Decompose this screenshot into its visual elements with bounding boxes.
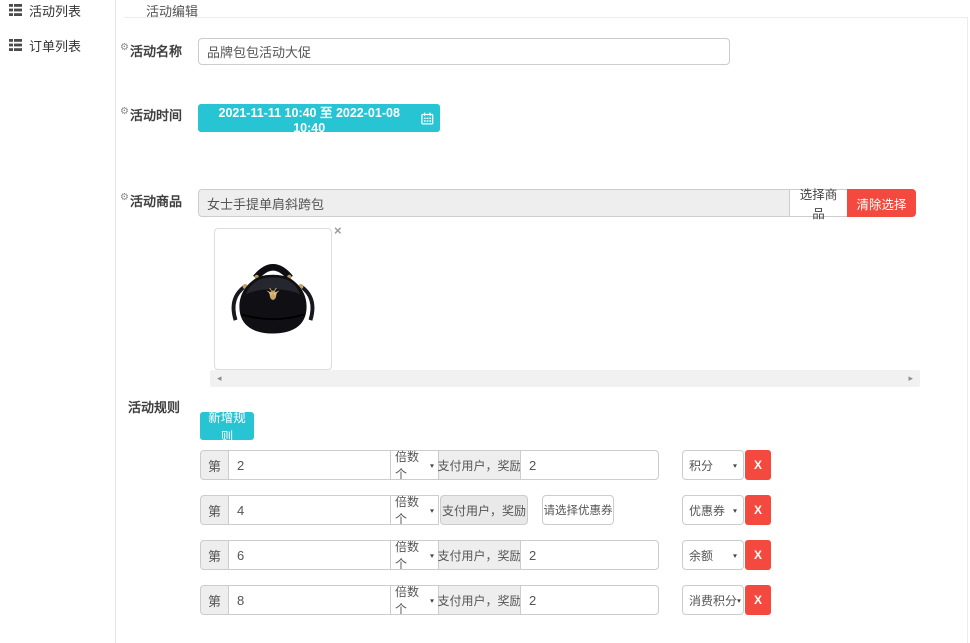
gear-icon: ⚙ [120, 191, 129, 204]
rule-count-input[interactable] [228, 450, 391, 480]
reward-text-button: 支付用户，奖励 [440, 495, 528, 525]
label-text: 活动规则 [128, 397, 180, 416]
date-range-text: 2021-11-11 10:40 至 2022-01-08 10:40 [204, 102, 414, 135]
activity-name-label: ⚙ 活动名称 [120, 41, 182, 60]
rule-prefix-addon: 第 [200, 585, 229, 615]
reward-type-select[interactable]: 积分 ▾ [682, 450, 744, 480]
product-name-input[interactable] [198, 189, 790, 217]
scroll-left-icon[interactable]: ◂ [217, 370, 222, 387]
handbag-image [225, 243, 321, 355]
rule-prefix-addon: 第 [200, 450, 229, 480]
rule-unit-select[interactable]: 倍数个 ▾ [390, 585, 439, 615]
label-text: 活动商品 [130, 191, 182, 210]
date-range-button[interactable]: 2021-11-11 10:40 至 2022-01-08 10:40 [198, 104, 440, 132]
gear-icon: ⚙ [120, 41, 129, 54]
caret-down-icon: ▾ [430, 596, 434, 604]
product-thumbnail-card [214, 228, 332, 370]
sidebar-item-label: 订单列表 [29, 36, 81, 55]
selected-type: 余额 [689, 547, 713, 564]
rule-row: 第 倍数个 ▾ 支付用户，奖励 消费积分 ▾ X [200, 585, 772, 615]
rule-count-input[interactable] [228, 585, 391, 615]
reward-value-input[interactable] [520, 540, 659, 570]
caret-down-icon: ▾ [733, 551, 737, 559]
sidebar-item-order-list[interactable]: 订单列表 [0, 37, 115, 53]
label-text: 活动名称 [130, 41, 182, 60]
rule-unit-select[interactable]: 倍数个 ▾ [390, 540, 439, 570]
reward-value-input[interactable] [520, 450, 659, 480]
selected-type: 优惠券 [689, 502, 725, 519]
reward-type-select[interactable]: 余额 ▾ [682, 540, 744, 570]
scroll-right-icon[interactable]: ▸ [908, 370, 913, 387]
activity-rules-label: 活动规则 [128, 397, 180, 416]
add-rule-button[interactable]: 新增规则 [200, 412, 254, 440]
selected-type: 积分 [689, 457, 713, 474]
horizontal-scrollbar[interactable]: ◂ ▸ [210, 370, 920, 387]
th-list-icon [9, 39, 22, 51]
select-product-button[interactable]: 选择商品 [789, 189, 848, 217]
caret-down-icon: ▾ [430, 506, 434, 514]
reward-text-addon: 支付用户，奖励 [438, 540, 521, 570]
caret-down-icon: ▾ [733, 506, 737, 514]
reward-value-input[interactable] [520, 585, 659, 615]
content-right-border [967, 17, 968, 643]
reward-text-addon: 支付用户，奖励 [438, 450, 521, 480]
choose-coupon-button[interactable]: 请选择优惠券 [542, 495, 614, 525]
activity-product-label: ⚙ 活动商品 [120, 191, 182, 210]
label-text: 活动时间 [130, 105, 182, 124]
sidebar-item-label: 活动列表 [29, 1, 81, 20]
calendar-icon [421, 112, 434, 125]
activity-time-label: ⚙ 活动时间 [120, 105, 182, 124]
selected-unit: 倍数个 [395, 448, 430, 482]
sidebar-item-activity-list[interactable]: 活动列表 [0, 2, 115, 18]
caret-down-icon: ▾ [430, 551, 434, 559]
delete-rule-button[interactable]: X [745, 495, 771, 525]
reward-type-select[interactable]: 优惠券 ▾ [682, 495, 744, 525]
delete-rule-button[interactable]: X [745, 585, 771, 615]
selected-unit: 倍数个 [395, 493, 430, 527]
rule-unit-select[interactable]: 倍数个 ▾ [390, 495, 439, 525]
rule-unit-select[interactable]: 倍数个 ▾ [390, 450, 439, 480]
selected-unit: 倍数个 [395, 538, 430, 572]
rule-prefix-addon: 第 [200, 540, 229, 570]
rule-count-input[interactable] [228, 495, 391, 525]
clear-selection-button[interactable]: 清除选择 [847, 189, 916, 217]
tab-divider [124, 17, 968, 18]
reward-type-select[interactable]: 消费积分 ▾ [682, 585, 744, 615]
activity-name-input[interactable] [198, 38, 730, 65]
delete-rule-button[interactable]: X [745, 540, 771, 570]
rule-row: 第 倍数个 ▾ 支付用户，奖励 积分 ▾ X [200, 450, 772, 480]
caret-down-icon: ▾ [737, 596, 741, 604]
rule-prefix-addon: 第 [200, 495, 229, 525]
rule-count-input[interactable] [228, 540, 391, 570]
gear-icon: ⚙ [120, 105, 129, 118]
th-list-icon [9, 4, 22, 16]
rule-row: 第 倍数个 ▾ 支付用户，奖励 余额 ▾ X [200, 540, 772, 570]
caret-down-icon: ▾ [430, 461, 434, 469]
remove-product-icon[interactable]: × [334, 224, 342, 237]
sidebar: 活动列表 订单列表 [0, 0, 116, 643]
reward-text-addon: 支付用户，奖励 [438, 585, 521, 615]
caret-down-icon: ▾ [733, 461, 737, 469]
delete-rule-button[interactable]: X [745, 450, 771, 480]
rule-row: 第 倍数个 ▾ 支付用户，奖励 请选择优惠券 优惠券 ▾ X [200, 495, 772, 525]
selected-type: 消费积分 [689, 592, 737, 609]
selected-unit: 倍数个 [395, 583, 430, 617]
